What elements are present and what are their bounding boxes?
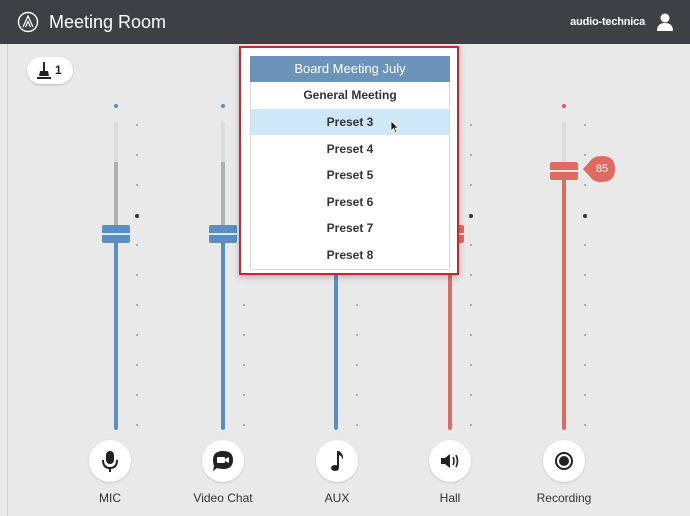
gooseneck-mic-icon <box>37 62 51 79</box>
music-note-icon <box>331 451 344 471</box>
channel-label-hall: Hall <box>439 491 461 505</box>
preset-option[interactable]: Preset 6 <box>250 189 450 215</box>
signal-led <box>221 104 225 108</box>
title-bar: Meeting Room audio-technica <box>0 0 690 44</box>
preset-selected[interactable]: Board Meeting July <box>250 56 450 82</box>
fader-level-fill <box>114 234 118 430</box>
recording-button[interactable] <box>543 440 585 482</box>
channel-label-mic: MIC <box>99 491 121 505</box>
level-scale <box>135 124 140 428</box>
fader-level-fill <box>562 171 566 430</box>
chairman-count: 1 <box>55 63 62 77</box>
microphone-icon <box>102 451 118 472</box>
hall-button[interactable] <box>429 440 471 482</box>
channel-label-video-chat: Video Chat <box>193 491 253 505</box>
fader-knob[interactable] <box>550 162 578 180</box>
level-value: 85 <box>595 163 609 175</box>
preset-option[interactable]: Preset 7 <box>250 215 450 241</box>
audio-technica-logo-icon <box>17 11 39 33</box>
user-icon[interactable] <box>656 12 674 32</box>
aux-button[interactable] <box>316 440 358 482</box>
preset-option[interactable]: Preset 5 <box>250 162 450 188</box>
fader-level-fill <box>221 234 225 430</box>
app-title: Meeting Room <box>49 12 167 32</box>
level-scale <box>469 124 474 428</box>
fader-level-fill <box>334 268 338 430</box>
preset-dropdown[interactable]: Board Meeting July General Meeting Prese… <box>239 46 459 275</box>
chairman-badge[interactable]: 1 <box>27 57 73 84</box>
channel-strip-recording <box>534 96 594 436</box>
channel-label-aux: AUX <box>324 491 350 505</box>
preset-option[interactable]: Preset 4 <box>250 136 450 162</box>
channel-strip-mic <box>86 96 146 436</box>
record-icon <box>555 452 573 470</box>
signal-led <box>114 104 118 108</box>
speaker-icon <box>441 454 459 468</box>
channel-label-recording: Recording <box>536 491 592 505</box>
video-chat-icon <box>213 451 233 471</box>
video-chat-button[interactable] <box>202 440 244 482</box>
mouse-cursor-icon <box>390 120 400 134</box>
fader-knob[interactable] <box>209 225 237 243</box>
fader-knob[interactable] <box>102 225 130 243</box>
preset-option[interactable]: Preset 8 <box>250 242 450 268</box>
preset-option-highlighted[interactable]: Preset 3 <box>250 109 450 135</box>
preset-option[interactable]: General Meeting <box>250 82 450 108</box>
brand-logo: audio-technica <box>570 16 645 28</box>
mic-button[interactable] <box>89 440 131 482</box>
signal-led <box>562 104 566 108</box>
